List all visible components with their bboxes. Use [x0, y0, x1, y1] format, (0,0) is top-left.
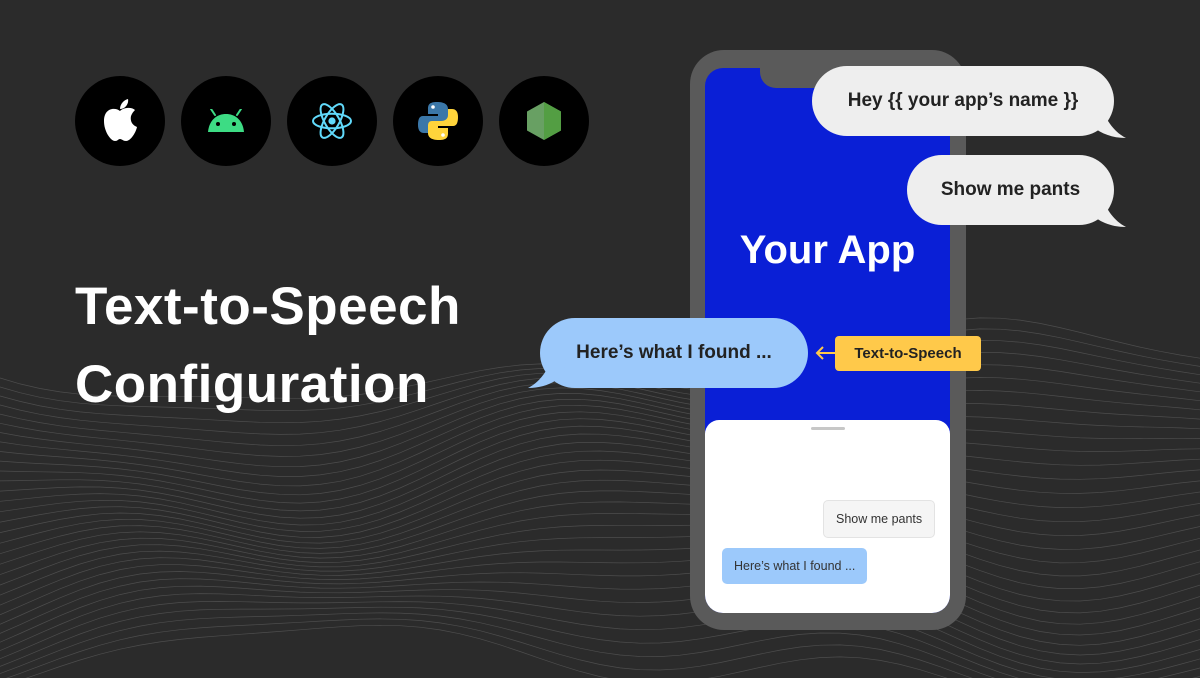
- wave-line: [0, 425, 1200, 512]
- request-text: Show me pants: [940, 179, 1081, 200]
- chat-user-message: Show me pants: [823, 500, 936, 538]
- android-icon: [181, 76, 271, 166]
- platform-icons: [75, 76, 589, 166]
- wave-line: [0, 564, 1200, 646]
- sheet-grabber[interactable]: [811, 427, 845, 430]
- app-label: Your App: [739, 228, 916, 272]
- chat-sheet: Show me pants Here’s what I found ...: [705, 420, 950, 613]
- wave-line: [5, 618, 973, 678]
- title-line-1: Text-to-Speech: [75, 277, 461, 336]
- wave-line: [0, 513, 1200, 589]
- request-bubble-tail: [1088, 197, 1126, 227]
- greeting-speech-bubble: Hey {{ your app’s name }}: [812, 66, 1114, 136]
- wave-line: [0, 411, 1200, 496]
- response-text: Here’s what I found ...: [576, 342, 772, 363]
- page-title: Text-to-Speech Configuration: [75, 268, 461, 424]
- wave-line: [25, 624, 948, 678]
- wave-line: [0, 469, 1200, 544]
- arrow-left-icon: [815, 346, 836, 360]
- greeting-text: Hey {{ your app’s name }}: [847, 90, 1079, 111]
- text-to-speech-tag: Text-to-Speech: [835, 336, 981, 371]
- react-icon: [287, 76, 377, 166]
- wave-line: [0, 459, 1200, 538]
- request-speech-bubble: Show me pants: [907, 155, 1114, 225]
- wave-line: [0, 575, 1200, 656]
- wave-line: [0, 442, 1200, 526]
- wave-line: [0, 543, 1200, 625]
- response-speech-bubble: Here’s what I found ...: [540, 318, 808, 388]
- wave-line: [0, 606, 1200, 678]
- python-icon: [393, 76, 483, 166]
- title-line-2: Configuration: [75, 355, 429, 414]
- apple-icon: [75, 76, 165, 166]
- greeting-bubble-tail: [1088, 108, 1126, 138]
- node-icon: [499, 76, 589, 166]
- chat-bot-message: Here’s what I found ...: [722, 548, 868, 584]
- response-bubble-tail: [528, 358, 566, 388]
